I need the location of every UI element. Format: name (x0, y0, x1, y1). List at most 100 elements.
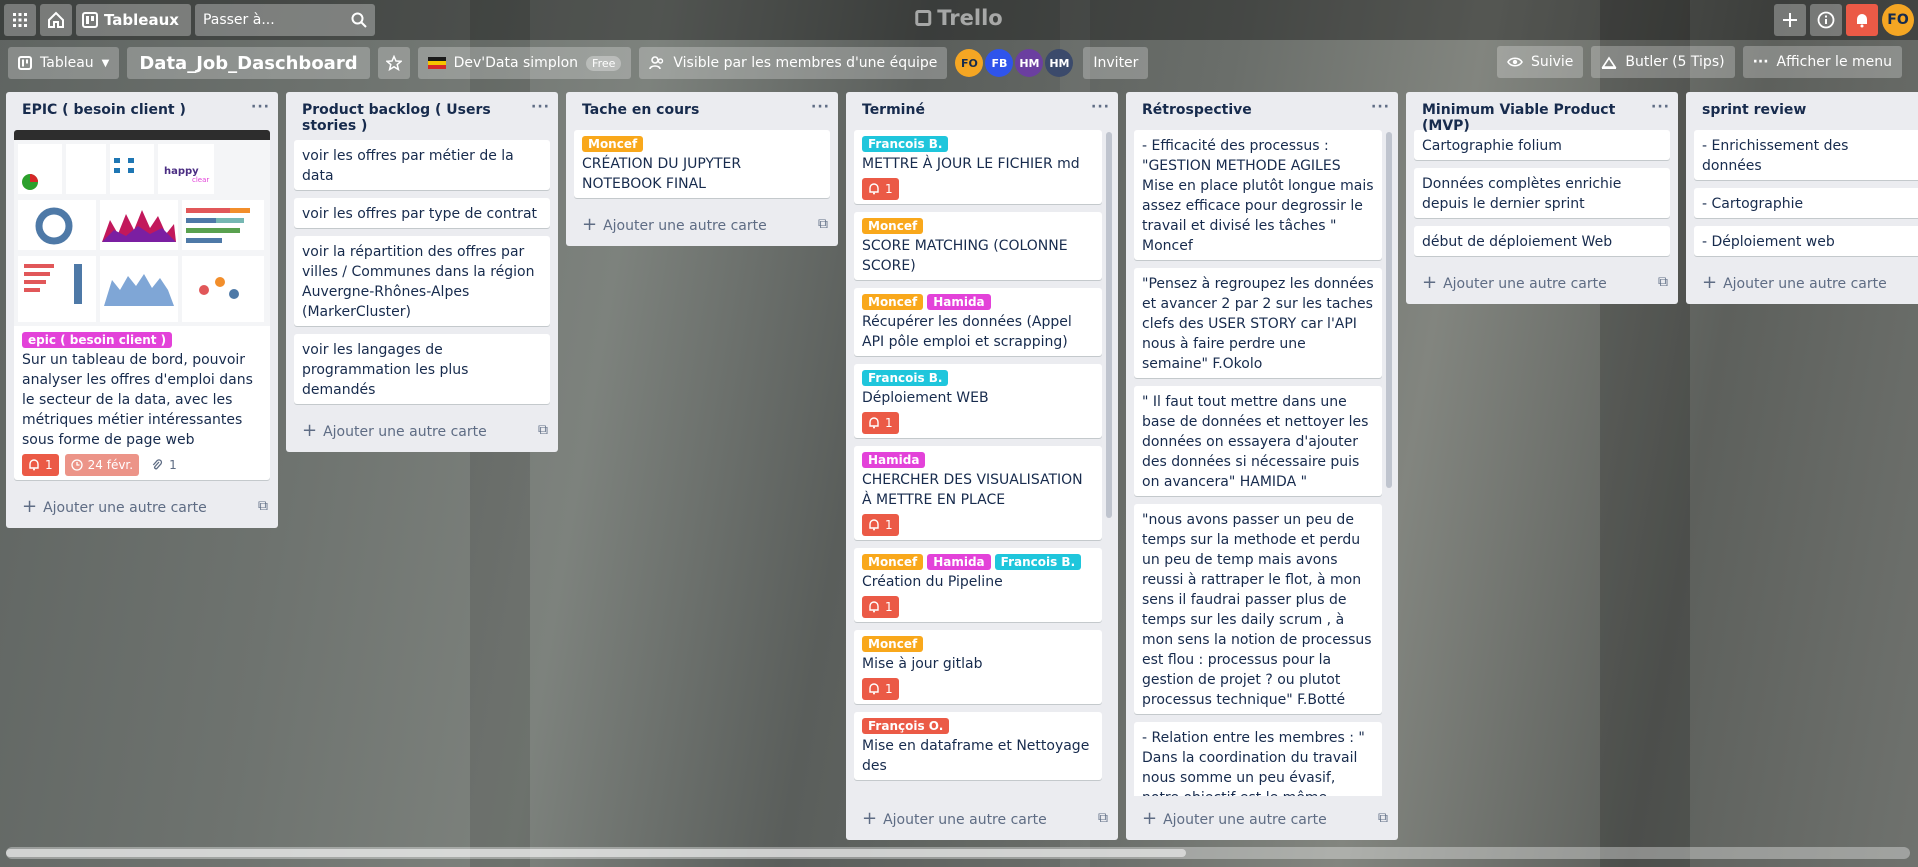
member-avatar[interactable]: HM (1045, 49, 1074, 77)
add-card-button[interactable]: + Ajouter une autre carte ⧉ (6, 488, 278, 524)
invite-button[interactable]: Inviter (1083, 47, 1149, 79)
top-header: Tableaux Passer à... Trello FO (0, 0, 1918, 40)
butler-button[interactable]: Butler (5 Tips) (1591, 46, 1735, 78)
list-menu-icon[interactable]: ··· (1371, 100, 1390, 114)
card[interactable]: Moncef Mise à jour gitlab 1 (854, 630, 1102, 704)
list-title[interactable]: Terminé (862, 102, 925, 118)
card[interactable]: Cartographie folium (1414, 130, 1670, 160)
card-label: Francois B. (994, 554, 1082, 570)
card[interactable]: voir les langages de programmation les p… (294, 334, 550, 404)
card-template-icon[interactable]: ⧉ (1658, 274, 1668, 290)
team-name: Dev'Data simplon (453, 55, 579, 71)
card[interactable]: Données complètes enrichie depuis le der… (1414, 168, 1670, 218)
card[interactable]: Francois B. Déploiement WEB 1 (854, 364, 1102, 438)
card-title: Création du Pipeline (862, 574, 1003, 590)
card-title: voir les offres par type de contrat (302, 206, 538, 222)
member-avatar[interactable]: HM (1015, 49, 1044, 77)
star-button[interactable] (377, 47, 410, 79)
list-scrollbar[interactable] (1106, 132, 1112, 518)
board-view-switcher[interactable]: Tableau ▼ (8, 47, 120, 79)
list-title[interactable]: sprint review (1702, 102, 1806, 118)
add-card-button[interactable]: + Ajouter une autre carte ⧉ (566, 206, 838, 242)
card[interactable]: Francois B. METTRE À JOUR LE FICHIER md … (854, 130, 1102, 204)
trello-logo[interactable]: Trello (915, 6, 1003, 30)
card[interactable]: début de déploiement Web (1414, 226, 1670, 256)
card-title: Mise à jour gitlab (862, 656, 983, 672)
card-title: - Efficacité des processus : "GESTION ME… (1142, 138, 1374, 254)
list-menu-icon[interactable]: ··· (1651, 100, 1670, 114)
card[interactable]: Moncef SCORE MATCHING (COLONNE SCORE) (854, 212, 1102, 280)
card[interactable]: - Enrichissement des données (1694, 130, 1918, 180)
add-card-button[interactable]: + Ajouter une autre carte ⧉ (1126, 800, 1398, 836)
watch-button[interactable]: Suivie (1496, 46, 1584, 78)
card-title: Données complètes enrichie depuis le der… (1422, 176, 1622, 212)
star-icon (385, 55, 402, 71)
card[interactable]: Moncef Hamida Récupérer les données (App… (854, 288, 1102, 356)
card-label: Moncef (862, 636, 924, 652)
card-template-icon[interactable]: ⧉ (1378, 810, 1388, 826)
list-menu-icon[interactable]: ··· (811, 100, 830, 114)
due-date-badge[interactable]: 24 févr. (64, 454, 140, 476)
board-horizontal-scrollbar[interactable] (6, 847, 1910, 859)
add-card-button[interactable]: + Ajouter une autre carte ⧉ (286, 412, 558, 448)
card[interactable]: voir la répartition des offres par ville… (294, 236, 550, 326)
card[interactable]: happy clear epic (besoin client) Sur u… (14, 130, 270, 480)
list-title[interactable]: Rétrospective (1142, 102, 1252, 118)
board-title[interactable]: Data_Job_Daschboard (127, 47, 370, 79)
card-title: - Enrichissement des données (1702, 138, 1849, 174)
team-visibility-icon (649, 56, 664, 70)
user-avatar[interactable]: FO (1882, 4, 1914, 36)
list-menu-icon[interactable]: ··· (531, 100, 550, 114)
card[interactable]: - Efficacité des processus : "GESTION ME… (1134, 130, 1382, 260)
card[interactable]: "nous avons passer un peu de temps sur l… (1134, 504, 1382, 714)
card[interactable]: - Déploiement web (1694, 226, 1918, 256)
card[interactable]: - Relation entre les membres : " Dans la… (1134, 722, 1382, 796)
plus-icon: + (862, 807, 878, 829)
card-template-icon[interactable]: ⧉ (538, 422, 548, 438)
card[interactable]: Moncef Hamida Francois B. Création du Pi… (854, 548, 1102, 622)
info-icon[interactable] (1810, 4, 1842, 36)
add-card-button[interactable]: + Ajouter une autre carte (1686, 264, 1918, 300)
show-menu-button[interactable]: ··· Afficher le menu (1742, 46, 1902, 78)
search-placeholder: Passer à... (202, 12, 275, 28)
list-title[interactable]: EPIC ( besoin client ) (22, 102, 186, 118)
board-header: Tableau ▼ Data_Job_Daschboard Dev'Data s… (8, 46, 1910, 80)
eye-icon (1507, 57, 1523, 67)
card-template-icon[interactable]: ⧉ (258, 498, 268, 514)
member-avatar[interactable]: FB (985, 49, 1014, 77)
card-title: voir les langages de programmation les p… (302, 342, 469, 398)
create-plus-icon[interactable] (1774, 4, 1806, 36)
visibility-label: Visible par les membres d'une équipe (673, 55, 938, 71)
apps-grid-icon[interactable] (4, 4, 36, 36)
member-avatar[interactable]: FO (955, 49, 984, 77)
home-icon[interactable] (40, 4, 72, 36)
card[interactable]: voir les offres par type de contrat (294, 198, 550, 228)
card[interactable]: " Il faut tout mettre dans une base de d… (1134, 386, 1382, 496)
scrollbar-thumb[interactable] (6, 849, 1186, 857)
boards-button[interactable]: Tableaux (76, 4, 191, 36)
list-title[interactable]: Tache en cours (582, 102, 699, 118)
card[interactable]: François O. Mise en dataframe et Nettoya… (854, 712, 1102, 780)
card[interactable]: "Pensez à regroupez les données et avanc… (1134, 268, 1382, 378)
card-template-icon[interactable]: ⧉ (1098, 810, 1108, 826)
team-button[interactable]: Dev'Data simplon Free (417, 47, 632, 79)
card[interactable]: Moncef CRÉATION DU JUPYTER NOTEBOOK FINA… (574, 130, 830, 198)
notification-bell-icon[interactable] (1846, 4, 1878, 36)
card[interactable]: - Cartographie (1694, 188, 1918, 218)
list-menu-icon[interactable]: ··· (251, 100, 270, 114)
add-card-button[interactable]: + Ajouter une autre carte ⧉ (1406, 264, 1678, 300)
list-title[interactable]: Minimum Viable Product (MVP) (1422, 102, 1651, 134)
card[interactable]: Hamida CHERCHER DES VISUALISATION À METT… (854, 446, 1102, 540)
card-template-icon[interactable]: ⧉ (818, 216, 828, 232)
add-card-button[interactable]: + Ajouter une autre carte ⧉ (846, 800, 1118, 836)
card-title: Récupérer les données (Appel API pôle em… (862, 314, 1072, 350)
list-scrollbar[interactable] (1386, 132, 1392, 488)
list-menu-icon[interactable]: ··· (1091, 100, 1110, 114)
card[interactable]: voir les offres par métier de la data (294, 140, 550, 190)
visibility-button[interactable]: Visible par les membres d'une équipe (639, 47, 948, 79)
notification-badge: 1 (862, 514, 899, 536)
card-title: Mise en dataframe et Nettoyage des (862, 738, 1090, 774)
search-input[interactable]: Passer à... (194, 4, 375, 36)
list-termine: Terminé ··· Francois B. METTRE À JOUR LE… (846, 92, 1118, 840)
list-title[interactable]: Product backlog ( Users stories ) (302, 102, 522, 134)
